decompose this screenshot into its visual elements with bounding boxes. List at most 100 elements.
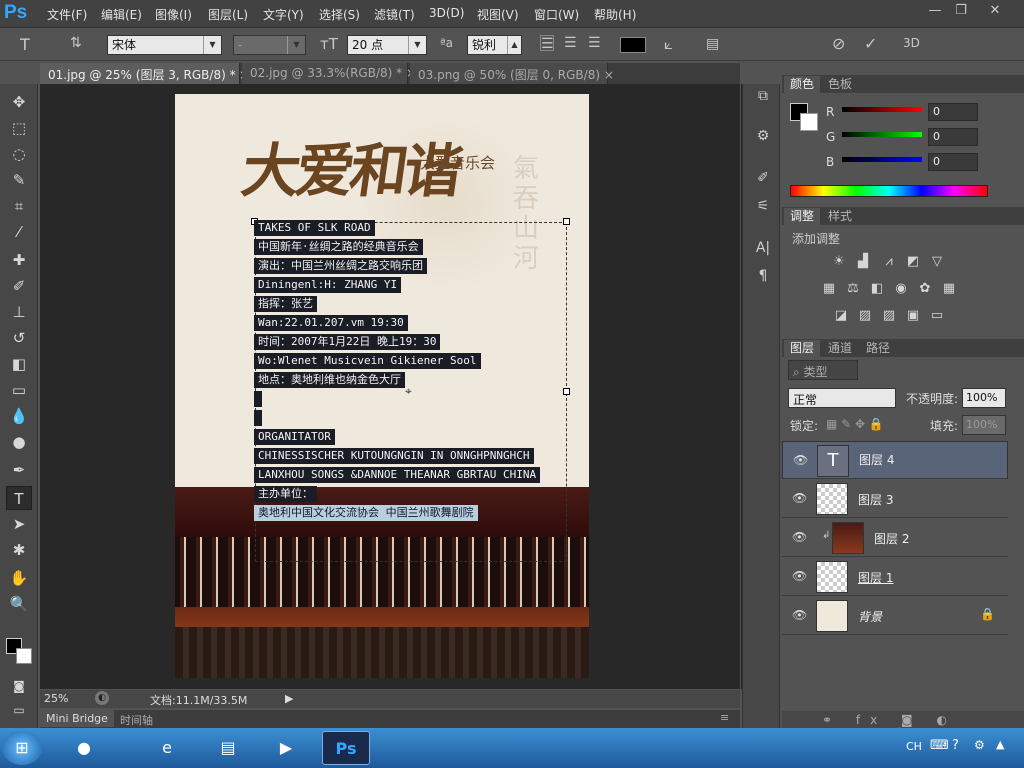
menu-window[interactable]: 窗口(W)	[534, 6, 579, 23]
panels-toggle-icon[interactable]: ▤	[706, 36, 719, 52]
b-value[interactable]: 0	[928, 153, 978, 171]
path-select-tool-icon[interactable]: ➤	[6, 512, 32, 536]
transform-handle[interactable]	[563, 388, 570, 395]
eye-icon[interactable]: 👁	[792, 530, 807, 544]
status-menu-arrow-icon[interactable]: ▶	[285, 692, 293, 705]
tab-channels[interactable]: 通道	[822, 340, 858, 357]
photo-filter-icon[interactable]: ◉	[892, 281, 910, 297]
selective-color-icon[interactable]: ▣	[904, 308, 922, 324]
layer-row-background[interactable]: 👁 背景 🔒	[782, 597, 1008, 635]
start-button[interactable]: ⊞	[2, 731, 42, 765]
text-line[interactable]: ORGANITATOR	[254, 429, 335, 445]
keyboard-icon[interactable]: ⌨	[930, 738, 949, 753]
text-color-swatch[interactable]	[620, 37, 646, 53]
panel-menu-icon[interactable]: ≡	[720, 711, 729, 724]
b-slider[interactable]	[842, 157, 922, 162]
font-family-select[interactable]: 宋体 ▼	[107, 35, 222, 55]
posterize-icon[interactable]: ▨	[856, 308, 874, 324]
media-player-icon[interactable]: ▶	[262, 731, 310, 765]
help-icon[interactable]: ?	[952, 738, 959, 753]
blur-tool-icon[interactable]: 💧	[6, 404, 32, 428]
exposure-icon[interactable]: ◩	[904, 254, 922, 270]
align-right-icon[interactable]: ☰	[588, 35, 601, 51]
close-icon[interactable]: ×	[604, 68, 614, 82]
screen-mode-icon[interactable]: ▭	[6, 698, 32, 722]
input-language[interactable]: CH	[906, 740, 922, 753]
vibrance-icon[interactable]: ▽	[928, 254, 946, 270]
tab-01-jpg[interactable]: 01.jpg @ 25% (图层 3, RGB/8) * ×	[40, 63, 249, 84]
zoom-tool-icon[interactable]: 🔍	[6, 592, 32, 616]
r-slider[interactable]	[842, 107, 922, 112]
menu-filter[interactable]: 滤镜(T)	[374, 6, 415, 23]
warp-text-icon[interactable]: ⟀	[664, 35, 673, 53]
restore-icon[interactable]: ❐	[948, 2, 974, 20]
menu-layer[interactable]: 图层(L)	[208, 6, 248, 23]
text-orientation-icon[interactable]: ⇅	[70, 35, 82, 51]
lasso-tool-icon[interactable]: ◌	[6, 142, 32, 166]
paragraph-panel-icon[interactable]: ¶	[752, 268, 774, 288]
eyedropper-tool-icon[interactable]: ⁄	[6, 220, 32, 244]
transform-handle[interactable]	[563, 218, 570, 225]
menu-edit[interactable]: 编辑(E)	[101, 6, 142, 23]
text-line[interactable]: 主办单位：	[254, 486, 317, 502]
text-line[interactable]: TAKES OF SLK ROAD	[254, 220, 375, 236]
levels-icon[interactable]: ▟	[854, 254, 872, 270]
tab-swatches[interactable]: 色板	[822, 76, 858, 93]
eye-icon[interactable]: 👁	[792, 608, 807, 622]
menu-type[interactable]: 文字(Y)	[263, 6, 304, 23]
curves-icon[interactable]: ⩘	[880, 254, 898, 270]
move-tool-icon[interactable]: ✥	[6, 90, 32, 114]
settings-icon[interactable]: ⚙	[974, 738, 985, 752]
text-line[interactable]: 奥地利中国文化交流协会 中国兰州歌舞剧院	[254, 505, 478, 521]
r-value[interactable]: 0	[928, 103, 978, 121]
menu-3d[interactable]: 3D(D)	[429, 6, 464, 20]
color-spectrum[interactable]	[790, 185, 988, 197]
brush-tool-icon[interactable]: ✐	[6, 274, 32, 298]
text-line[interactable]: Wan:22.01.207.vm 19:30	[254, 315, 408, 331]
zoom-level[interactable]: 25%	[44, 692, 68, 705]
photoshop-taskbar-button[interactable]: Ps	[322, 731, 370, 765]
hand-tool-icon[interactable]: ✋	[6, 566, 32, 590]
layer-name[interactable]: 图层 4	[859, 453, 894, 467]
text-line[interactable]: CHINESSISCHER KUTOUNGNGIN IN ONNGHPNNGHC…	[254, 448, 534, 464]
stamp-tool-icon[interactable]: ⊥	[6, 300, 32, 324]
layer-name[interactable]: 图层 3	[858, 491, 893, 508]
text-line[interactable]: 时间：2007年1月22日 晚上19：30	[254, 334, 441, 350]
hue-saturation-icon[interactable]: ▦	[820, 281, 838, 297]
threshold-icon[interactable]: ▨	[880, 308, 898, 324]
gradient-tool-icon[interactable]: ▭	[6, 378, 32, 402]
close-icon[interactable]: ✕	[982, 2, 1008, 20]
brush-presets-icon[interactable]: ⚟	[752, 198, 774, 218]
text-line-empty[interactable]	[254, 391, 262, 407]
explorer-folder-icon[interactable]: ▤	[204, 731, 252, 765]
app-icon-color[interactable]: ●	[60, 731, 108, 765]
commit-check-icon[interactable]: ✓	[864, 34, 877, 53]
menu-select[interactable]: 选择(S)	[319, 6, 360, 23]
healing-tool-icon[interactable]: ✚	[6, 248, 32, 272]
background-color-swatch[interactable]	[16, 648, 32, 664]
minimize-icon[interactable]: —	[922, 2, 948, 20]
antialias-select[interactable]: 锐利 ▲	[467, 35, 522, 55]
gradient-map-icon[interactable]: ▭	[928, 308, 946, 324]
layer-name[interactable]: 背景	[858, 608, 882, 625]
color-lookup-icon[interactable]: ▦	[940, 281, 958, 297]
brightness-icon[interactable]: ☀	[830, 254, 848, 270]
bg-color-swatch[interactable]	[800, 113, 818, 131]
quick-mask-icon[interactable]: ◙	[6, 674, 32, 698]
align-left-icon[interactable]: ☰	[540, 35, 554, 52]
shape-tool-icon[interactable]: ✱	[6, 538, 32, 562]
tray-arrow-icon[interactable]: ▲	[996, 738, 1004, 751]
text-line[interactable]: LANXHOU SONGS &DANNOE THEANAR GBRTAU CHI…	[254, 467, 541, 483]
color-balance-icon[interactable]: ⚖	[844, 281, 862, 297]
layer-row-3[interactable]: 👁 图层 3	[782, 480, 1008, 518]
menu-file[interactable]: 文件(F)	[47, 6, 87, 23]
text-line[interactable]: 演出：中国兰州丝绸之路交响乐团	[254, 258, 427, 274]
fill-input[interactable]: 100%	[962, 415, 1006, 435]
menu-help[interactable]: 帮助(H)	[594, 6, 636, 23]
marquee-tool-icon[interactable]: ⬚	[6, 116, 32, 140]
type-tool-icon[interactable]: T	[20, 35, 30, 54]
type-tool-icon[interactable]: T	[6, 486, 32, 510]
crop-tool-icon[interactable]: ⌗	[6, 194, 32, 218]
tab-timeline[interactable]: 时间轴	[120, 712, 153, 728]
tab-styles[interactable]: 样式	[822, 208, 858, 225]
